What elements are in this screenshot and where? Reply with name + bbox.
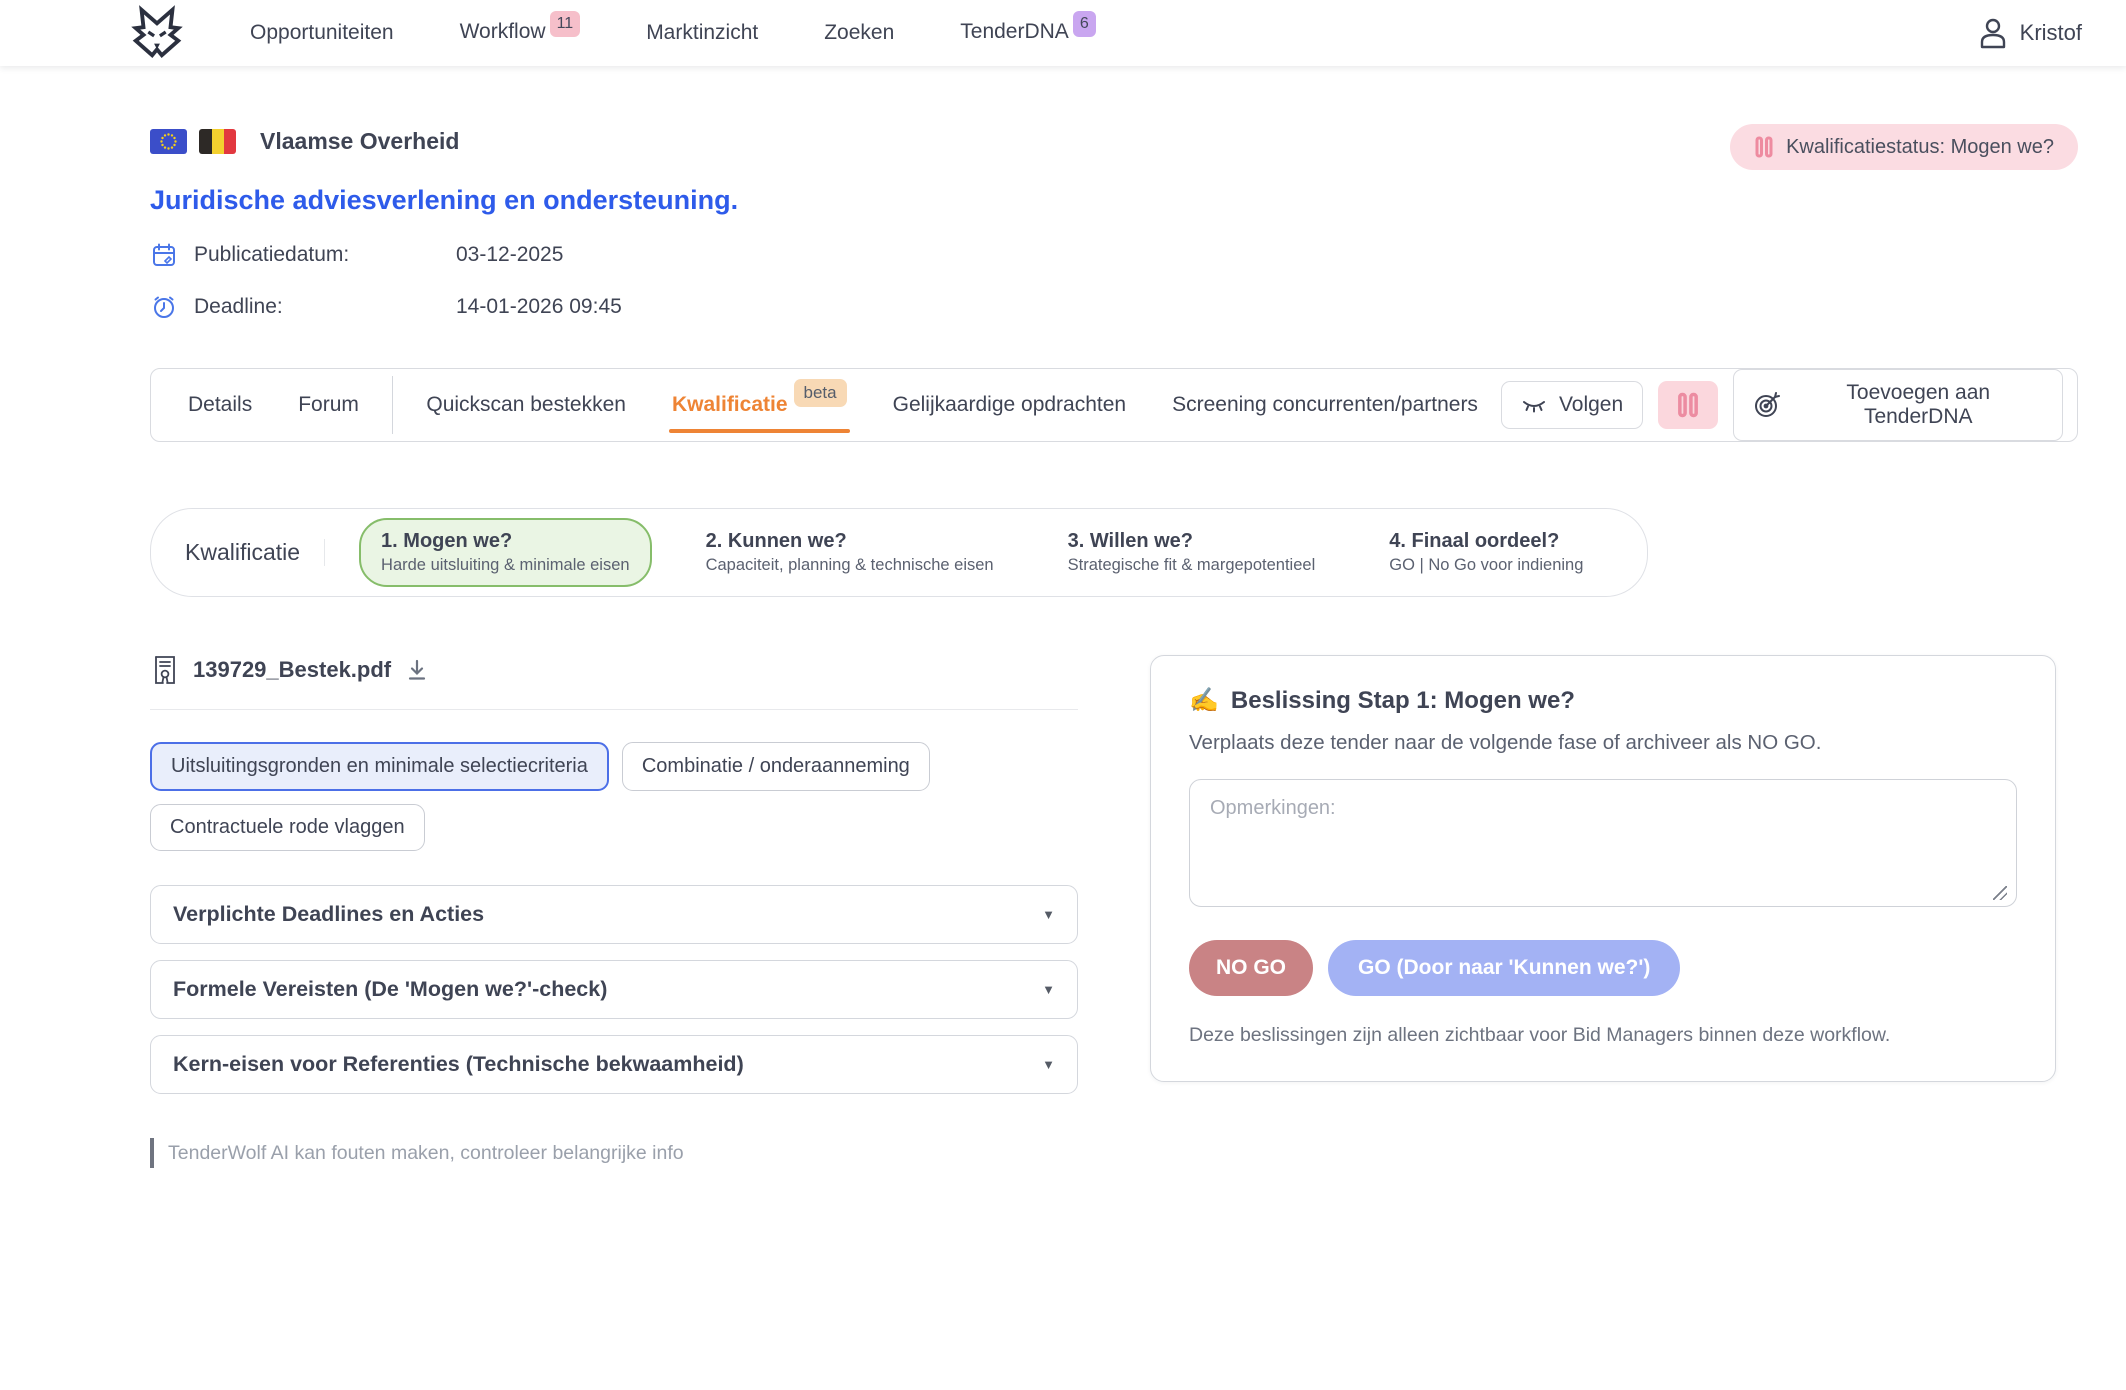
nav-marktinzicht[interactable]: Marktinzicht xyxy=(646,21,758,45)
deadline-row: Deadline: 14-01-2026 09:45 xyxy=(150,294,2078,320)
eye-closed-icon xyxy=(1521,395,1547,415)
opmerkingen-textarea[interactable] xyxy=(1189,779,2017,907)
step-1-mogen-we[interactable]: 1. Mogen we? Harde uitsluiting & minimal… xyxy=(359,518,652,587)
chevron-down-icon: ▼ xyxy=(1042,982,1055,997)
pause-status-button[interactable] xyxy=(1658,381,1718,429)
tender-title[interactable]: Juridische adviesverlening en ondersteun… xyxy=(150,185,2078,216)
chip-contractuele-rode-vlaggen[interactable]: Contractuele rode vlaggen xyxy=(150,804,425,851)
download-icon[interactable] xyxy=(406,658,428,682)
status-badge-text: Kwalificatiestatus: Mogen we? xyxy=(1786,136,2054,159)
decision-subtitle: Verplaats deze tender naar de volgende f… xyxy=(1189,731,2017,755)
decision-title: Beslissing Stap 1: Mogen we? xyxy=(1231,687,1575,715)
content-columns: 139729_Bestek.pdf Uitsluitingsgronden en… xyxy=(150,655,2078,1168)
publication-date-value: 03-12-2025 xyxy=(456,243,563,267)
publication-date-row: Publicatiedatum: 03-12-2025 xyxy=(150,242,2078,268)
volgen-button[interactable]: Volgen xyxy=(1501,381,1643,429)
top-navigation: Opportuniteiten Workflow11 Marktinzicht … xyxy=(0,0,2126,66)
ai-disclaimer: TenderWolf AI kan fouten maken, controle… xyxy=(150,1138,1078,1168)
document-filename[interactable]: 139729_Bestek.pdf xyxy=(193,657,391,683)
analysis-column: 139729_Bestek.pdf Uitsluitingsgronden en… xyxy=(150,655,1078,1168)
decision-note: Deze beslissingen zijn alleen zichtbaar … xyxy=(1189,1024,2017,1047)
clock-icon xyxy=(150,294,178,320)
certificate-document-icon xyxy=(152,655,178,685)
tab-details[interactable]: Details xyxy=(165,369,275,441)
no-go-button[interactable]: NO GO xyxy=(1189,940,1313,996)
disclaimer-bar xyxy=(150,1138,154,1168)
accordion-kern-eisen-referenties[interactable]: Kern-eisen voor Referenties (Technische … xyxy=(150,1035,1078,1094)
beta-badge: beta xyxy=(794,379,847,407)
organization-name: Vlaamse Overheid xyxy=(260,128,459,155)
document-row: 139729_Bestek.pdf xyxy=(150,655,1078,685)
user-name: Kristof xyxy=(2020,20,2082,46)
pause-icon xyxy=(1676,391,1700,419)
chip-combinatie-onderaanneming[interactable]: Combinatie / onderaanneming xyxy=(622,742,930,791)
eu-flag-icon xyxy=(150,129,187,154)
nav-workflow[interactable]: Workflow11 xyxy=(460,20,581,47)
chip-uitsluitingsgronden[interactable]: Uitsluitingsgronden en minimale selectie… xyxy=(150,742,609,791)
qualification-status-badge: Kwalificatiestatus: Mogen we? xyxy=(1730,124,2078,170)
writing-hand-emoji-icon: ✍️ xyxy=(1189,686,1219,715)
nav-zoeken[interactable]: Zoeken xyxy=(824,21,894,45)
tab-screening-concurrenten[interactable]: Screening concurrenten/partners xyxy=(1149,369,1501,441)
chevron-down-icon: ▼ xyxy=(1042,907,1055,922)
tab-bar: Details Forum Quickscan bestekken Kwalif… xyxy=(150,368,2078,442)
tab-kwalificatie[interactable]: Kwalificatie beta xyxy=(649,369,870,441)
user-menu[interactable]: Kristof xyxy=(1978,17,2082,49)
tenderdna-count-badge: 6 xyxy=(1073,11,1096,37)
disclaimer-text: TenderWolf AI kan fouten maken, controle… xyxy=(168,1142,684,1165)
decision-card: ✍️ Beslissing Stap 1: Mogen we? Verplaat… xyxy=(1150,655,2056,1082)
tab-gelijkaardige-opdrachten[interactable]: Gelijkaardige opdrachten xyxy=(870,369,1149,441)
tender-header: Vlaamse Overheid Juridische adviesverlen… xyxy=(150,128,2078,320)
tab-forum[interactable]: Forum xyxy=(275,369,382,441)
deadline-value: 14-01-2026 09:45 xyxy=(456,295,622,319)
toevoegen-tenderdna-button[interactable]: Toevoegen aan TenderDNA xyxy=(1733,369,2063,441)
decision-column: ✍️ Beslissing Stap 1: Mogen we? Verplaat… xyxy=(1150,655,2056,1082)
step-3-willen-we[interactable]: 3. Willen we? Strategische fit & margepo… xyxy=(1048,520,1336,585)
accordion-list: Verplichte Deadlines en Acties ▼ Formele… xyxy=(150,885,1078,1094)
decision-title-row: ✍️ Beslissing Stap 1: Mogen we? xyxy=(1189,686,2017,715)
pause-icon xyxy=(1754,135,1774,159)
tab-divider xyxy=(392,376,393,434)
comment-box xyxy=(1189,779,2017,912)
accordion-verplichte-deadlines[interactable]: Verplichte Deadlines en Acties ▼ xyxy=(150,885,1078,944)
step-2-kunnen-we[interactable]: 2. Kunnen we? Capaciteit, planning & tec… xyxy=(686,520,1014,585)
deadline-label: Deadline: xyxy=(194,295,456,319)
target-dart-icon xyxy=(1753,391,1781,419)
nav-opportuniteiten[interactable]: Opportuniteiten xyxy=(250,21,394,45)
calendar-icon xyxy=(150,242,178,268)
tenderwolf-logo-icon[interactable] xyxy=(128,3,192,63)
workflow-count-badge: 11 xyxy=(550,11,581,37)
divider xyxy=(150,709,1078,710)
user-icon xyxy=(1978,17,2008,49)
belgium-flag-icon xyxy=(199,129,236,154)
steps-label: Kwalificatie xyxy=(185,539,325,566)
chevron-down-icon: ▼ xyxy=(1042,1057,1055,1072)
go-button[interactable]: GO (Door naar 'Kunnen we?') xyxy=(1328,940,1680,996)
decision-buttons: NO GO GO (Door naar 'Kunnen we?') xyxy=(1189,940,2017,996)
topic-chips: Uitsluitingsgronden en minimale selectie… xyxy=(150,742,1078,851)
qualification-steps: Kwalificatie 1. Mogen we? Harde uitsluit… xyxy=(150,508,1648,597)
accordion-formele-vereisten[interactable]: Formele Vereisten (De 'Mogen we?'-check)… xyxy=(150,960,1078,1019)
step-4-finaal-oordeel[interactable]: 4. Finaal oordeel? GO | No Go voor indie… xyxy=(1369,520,1603,585)
main-nav: Opportuniteiten Workflow11 Marktinzicht … xyxy=(250,20,1096,47)
publication-date-label: Publicatiedatum: xyxy=(194,243,456,267)
tab-quickscan-bestekken[interactable]: Quickscan bestekken xyxy=(403,369,649,441)
nav-tenderdna[interactable]: TenderDNA6 xyxy=(960,20,1095,47)
tab-actions: Volgen xyxy=(1501,369,2063,441)
tender-page: Vlaamse Overheid Juridische adviesverlen… xyxy=(0,128,2126,1168)
